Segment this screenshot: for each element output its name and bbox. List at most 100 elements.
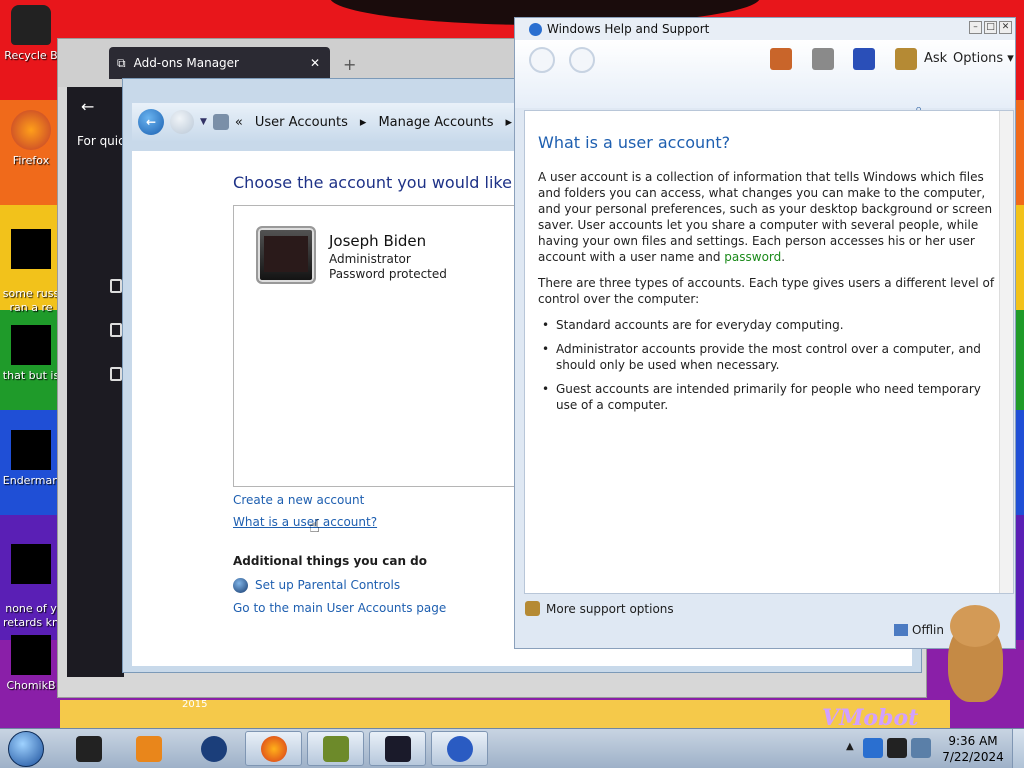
breadcrumb-separator: « (234, 114, 243, 130)
back-button[interactable]: ← (138, 109, 164, 135)
password-link[interactable]: password (724, 250, 781, 264)
hamster-file-icon (11, 635, 51, 675)
system-tray (863, 738, 931, 758)
volume-icon[interactable] (911, 738, 931, 758)
taskbar-help[interactable] (431, 731, 488, 766)
control-panel-icon (384, 735, 411, 762)
ask-button[interactable]: Ask (924, 51, 947, 66)
forward-button[interactable] (170, 110, 194, 134)
taskbar-box[interactable] (307, 731, 364, 766)
parental-controls-icon (233, 578, 248, 593)
close-button[interactable]: ✕ (999, 21, 1012, 34)
clock[interactable]: 9:36 AM 7/22/2024 (938, 733, 1008, 765)
help-back-button[interactable] (529, 47, 555, 73)
desktop-icon-enderman[interactable]: Enderman (0, 430, 62, 488)
main-user-accounts-link[interactable]: Go to the main User Accounts page (233, 601, 446, 615)
account-avatar[interactable] (256, 226, 316, 284)
start-button[interactable] (8, 731, 44, 767)
support-icon (525, 601, 540, 616)
tab-title: Add-ons Manager (133, 56, 239, 70)
document-icon (11, 544, 51, 584)
breadcrumb-user-accounts[interactable]: User Accounts (255, 115, 348, 130)
desktop-icon-file-that[interactable]: that but is (0, 325, 62, 383)
help-titlebar: Windows Help and Support (515, 18, 1015, 40)
account-name[interactable]: Joseph Biden (329, 232, 426, 250)
desktop-icon-label: Recycle B (4, 49, 58, 62)
control-panel-icon (212, 114, 229, 130)
back-arrow-icon[interactable]: ← (81, 97, 94, 116)
recent-pages-dropdown-icon[interactable]: ▼ (200, 117, 207, 127)
desktop-icon-chomik[interactable]: ChomikB (0, 635, 62, 693)
taskbar-app-2[interactable] (120, 731, 177, 766)
help-icon (529, 22, 542, 36)
breadcrumb-arrow[interactable]: ▸ (360, 115, 367, 130)
taskbar-control-panel[interactable] (369, 731, 426, 766)
clock-time: 9:36 AM (948, 734, 998, 748)
maximize-button[interactable]: □ (984, 21, 997, 34)
options-button[interactable]: Options ▾ (953, 51, 1014, 66)
breadcrumb-manage-accounts[interactable]: Manage Accounts (378, 115, 493, 130)
document-icon (11, 229, 51, 269)
help-and-support-window: Windows Help and Support – □ ✕ Ask Optio… (514, 17, 1016, 649)
media-player-icon (135, 735, 162, 762)
article-paragraph: A user account is a collection of inform… (538, 169, 999, 265)
help-forward-button[interactable] (569, 47, 595, 73)
hamster-mascot[interactable] (940, 600, 1010, 705)
network-icon[interactable] (887, 738, 907, 758)
puzzle-icon: ⧉ (117, 55, 126, 70)
desktop-icon-label: Enderman (2, 474, 60, 487)
breadcrumb-arrow[interactable]: ▸ (506, 115, 513, 130)
minimize-button[interactable]: – (969, 21, 982, 34)
desktop-icon-firefox[interactable]: Firefox (0, 110, 62, 168)
media-device-icon (75, 735, 102, 762)
desktop-icon-recycle-bin[interactable]: Recycle B (0, 5, 62, 63)
list-item: Guest accounts are intended primarily fo… (542, 381, 999, 413)
help-article: What is a user account? A user account i… (524, 110, 1014, 594)
extensions-icon[interactable] (110, 279, 122, 293)
window-title: Windows Help and Support (547, 22, 710, 36)
hand-cursor-icon: ☝ (309, 516, 320, 537)
desktop-icon-label: that but is (2, 369, 60, 382)
ask-icon[interactable] (895, 48, 917, 70)
article-title: What is a user account? (538, 133, 731, 152)
box-icon (322, 735, 349, 762)
hamster-head (950, 605, 1000, 647)
paragraph-end: . (781, 250, 786, 264)
plugins-icon[interactable] (110, 367, 122, 381)
new-tab-button[interactable]: + (343, 55, 356, 74)
print-icon[interactable] (812, 48, 834, 70)
themes-icon[interactable] (110, 323, 122, 337)
application-icon (11, 430, 51, 470)
more-support-options-button[interactable]: More support options (525, 601, 674, 616)
offline-help-button[interactable]: Offlin (894, 623, 944, 637)
show-desktop-button[interactable] (1012, 729, 1024, 768)
desktop-icon-file-none[interactable]: none of y retards kn (0, 530, 62, 644)
list-item: Administrator accounts provide the most … (542, 341, 999, 373)
taskbar-app-1[interactable] (60, 731, 117, 766)
parental-controls-link[interactable]: Set up Parental Controls (255, 578, 400, 592)
article-paragraph: There are three types of accounts. Each … (538, 276, 995, 306)
browse-help-icon[interactable] (853, 48, 875, 70)
taskbar-app-3[interactable] (185, 731, 242, 766)
show-hidden-icons-button[interactable]: ▲ (846, 741, 854, 752)
close-tab-icon[interactable]: ✕ (310, 56, 320, 70)
globe-icon (200, 735, 227, 762)
tab-addons-manager[interactable]: ⧉ Add-ons Manager ✕ (109, 47, 330, 79)
what-is-user-account-link[interactable]: What is a user account? (233, 515, 377, 529)
wallpaper-year-text: 2015 (182, 699, 208, 710)
desktop-icon-file-russ[interactable]: some russ ran a re (0, 215, 62, 329)
help-toolbar: Ask Options ▾ ⌕ (515, 40, 1015, 117)
taskbar-firefox[interactable] (245, 731, 302, 766)
vertical-scrollbar[interactable] (999, 111, 1013, 593)
account-list: Joseph Biden Administrator Password prot… (233, 205, 523, 487)
account-role: Administrator (329, 252, 411, 266)
tray-app-icon[interactable] (863, 738, 883, 758)
document-icon (11, 325, 51, 365)
help-icon (446, 735, 473, 762)
clock-date: 7/22/2024 (942, 750, 1004, 764)
home-icon[interactable] (770, 48, 792, 70)
more-support-label: More support options (546, 601, 674, 616)
create-account-link[interactable]: Create a new account (233, 493, 364, 507)
additional-heading: Additional things you can do (233, 554, 428, 568)
desktop-icon-label: none of y retards kn (3, 602, 59, 629)
